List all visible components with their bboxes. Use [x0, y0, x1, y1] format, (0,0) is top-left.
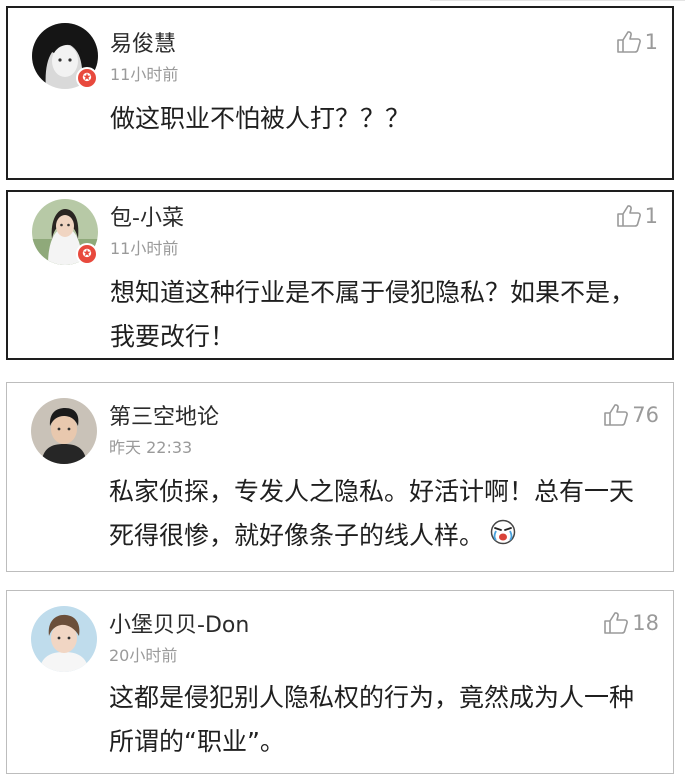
- comment-username[interactable]: 易俊慧: [110, 26, 176, 58]
- like-button[interactable]: 18: [603, 611, 659, 635]
- comment-text: 想知道这种行业是不属于侵犯隐私？如果不是，我要改行！: [110, 278, 636, 351]
- comment-time: 11小时前: [110, 239, 179, 258]
- thumbs-up-icon: [604, 612, 629, 634]
- comment-time: 昨天 22:33: [109, 438, 193, 457]
- verified-badge-icon: ✪: [76, 243, 98, 265]
- comment-card: ✪ 易俊慧 11小时前 1 做这职业不怕被人打？？？: [6, 6, 674, 180]
- top-divider: [430, 0, 685, 5]
- like-button[interactable]: 1: [616, 30, 658, 54]
- comment-card: 第三空地论 昨天 22:33 76 私家侦探，专发人之隐私。好活计啊！总有一天死…: [6, 382, 674, 572]
- comment-text: 这都是侵犯别人隐私权的行为，竟然成为人一种所谓的“职业”。: [109, 683, 635, 756]
- avatar[interactable]: [31, 398, 97, 464]
- like-button[interactable]: 76: [603, 403, 659, 427]
- comment-username[interactable]: 小堡贝贝-Don: [109, 607, 249, 639]
- comment-text-block: 私家侦探，专发人之隐私。好活计啊！总有一天死得很惨，就好像条子的线人样。: [109, 470, 654, 559]
- comment-card: 小堡贝贝-Don 20小时前 18 这都是侵犯别人隐私权的行为，竟然成为人一种所…: [6, 590, 674, 774]
- verified-badge-icon: ✪: [76, 67, 98, 89]
- like-count: 18: [632, 611, 659, 635]
- avatar[interactable]: [31, 606, 97, 672]
- comment-text: 私家侦探，专发人之隐私。好活计啊！总有一天死得很惨，就好像条子的线人样。: [109, 477, 635, 550]
- like-count: 1: [644, 204, 658, 228]
- thumbs-up-icon: [616, 205, 641, 227]
- comment-time: 20小时前: [109, 646, 178, 665]
- comment-text: 做这职业不怕被人打？？？: [110, 104, 411, 133]
- comment-username[interactable]: 包-小菜: [110, 200, 184, 232]
- cry-laugh-emoji-icon: [490, 515, 516, 559]
- thumbs-up-icon: [604, 404, 629, 426]
- comment-card: ✪ 包-小菜 11小时前 1 想知道这种行业是不属于侵犯隐私？如果不是，我要改行…: [6, 190, 674, 360]
- like-count: 1: [644, 30, 658, 54]
- comment-time: 11小时前: [110, 65, 179, 84]
- like-count: 76: [632, 403, 659, 427]
- comment-username[interactable]: 第三空地论: [109, 399, 219, 431]
- thumbs-up-icon: [616, 31, 641, 53]
- comment-feed: ✪ 易俊慧 11小时前 1 做这职业不怕被人打？？？ ✪ 包-小菜 11小时前: [0, 0, 685, 783]
- like-button[interactable]: 1: [616, 204, 658, 228]
